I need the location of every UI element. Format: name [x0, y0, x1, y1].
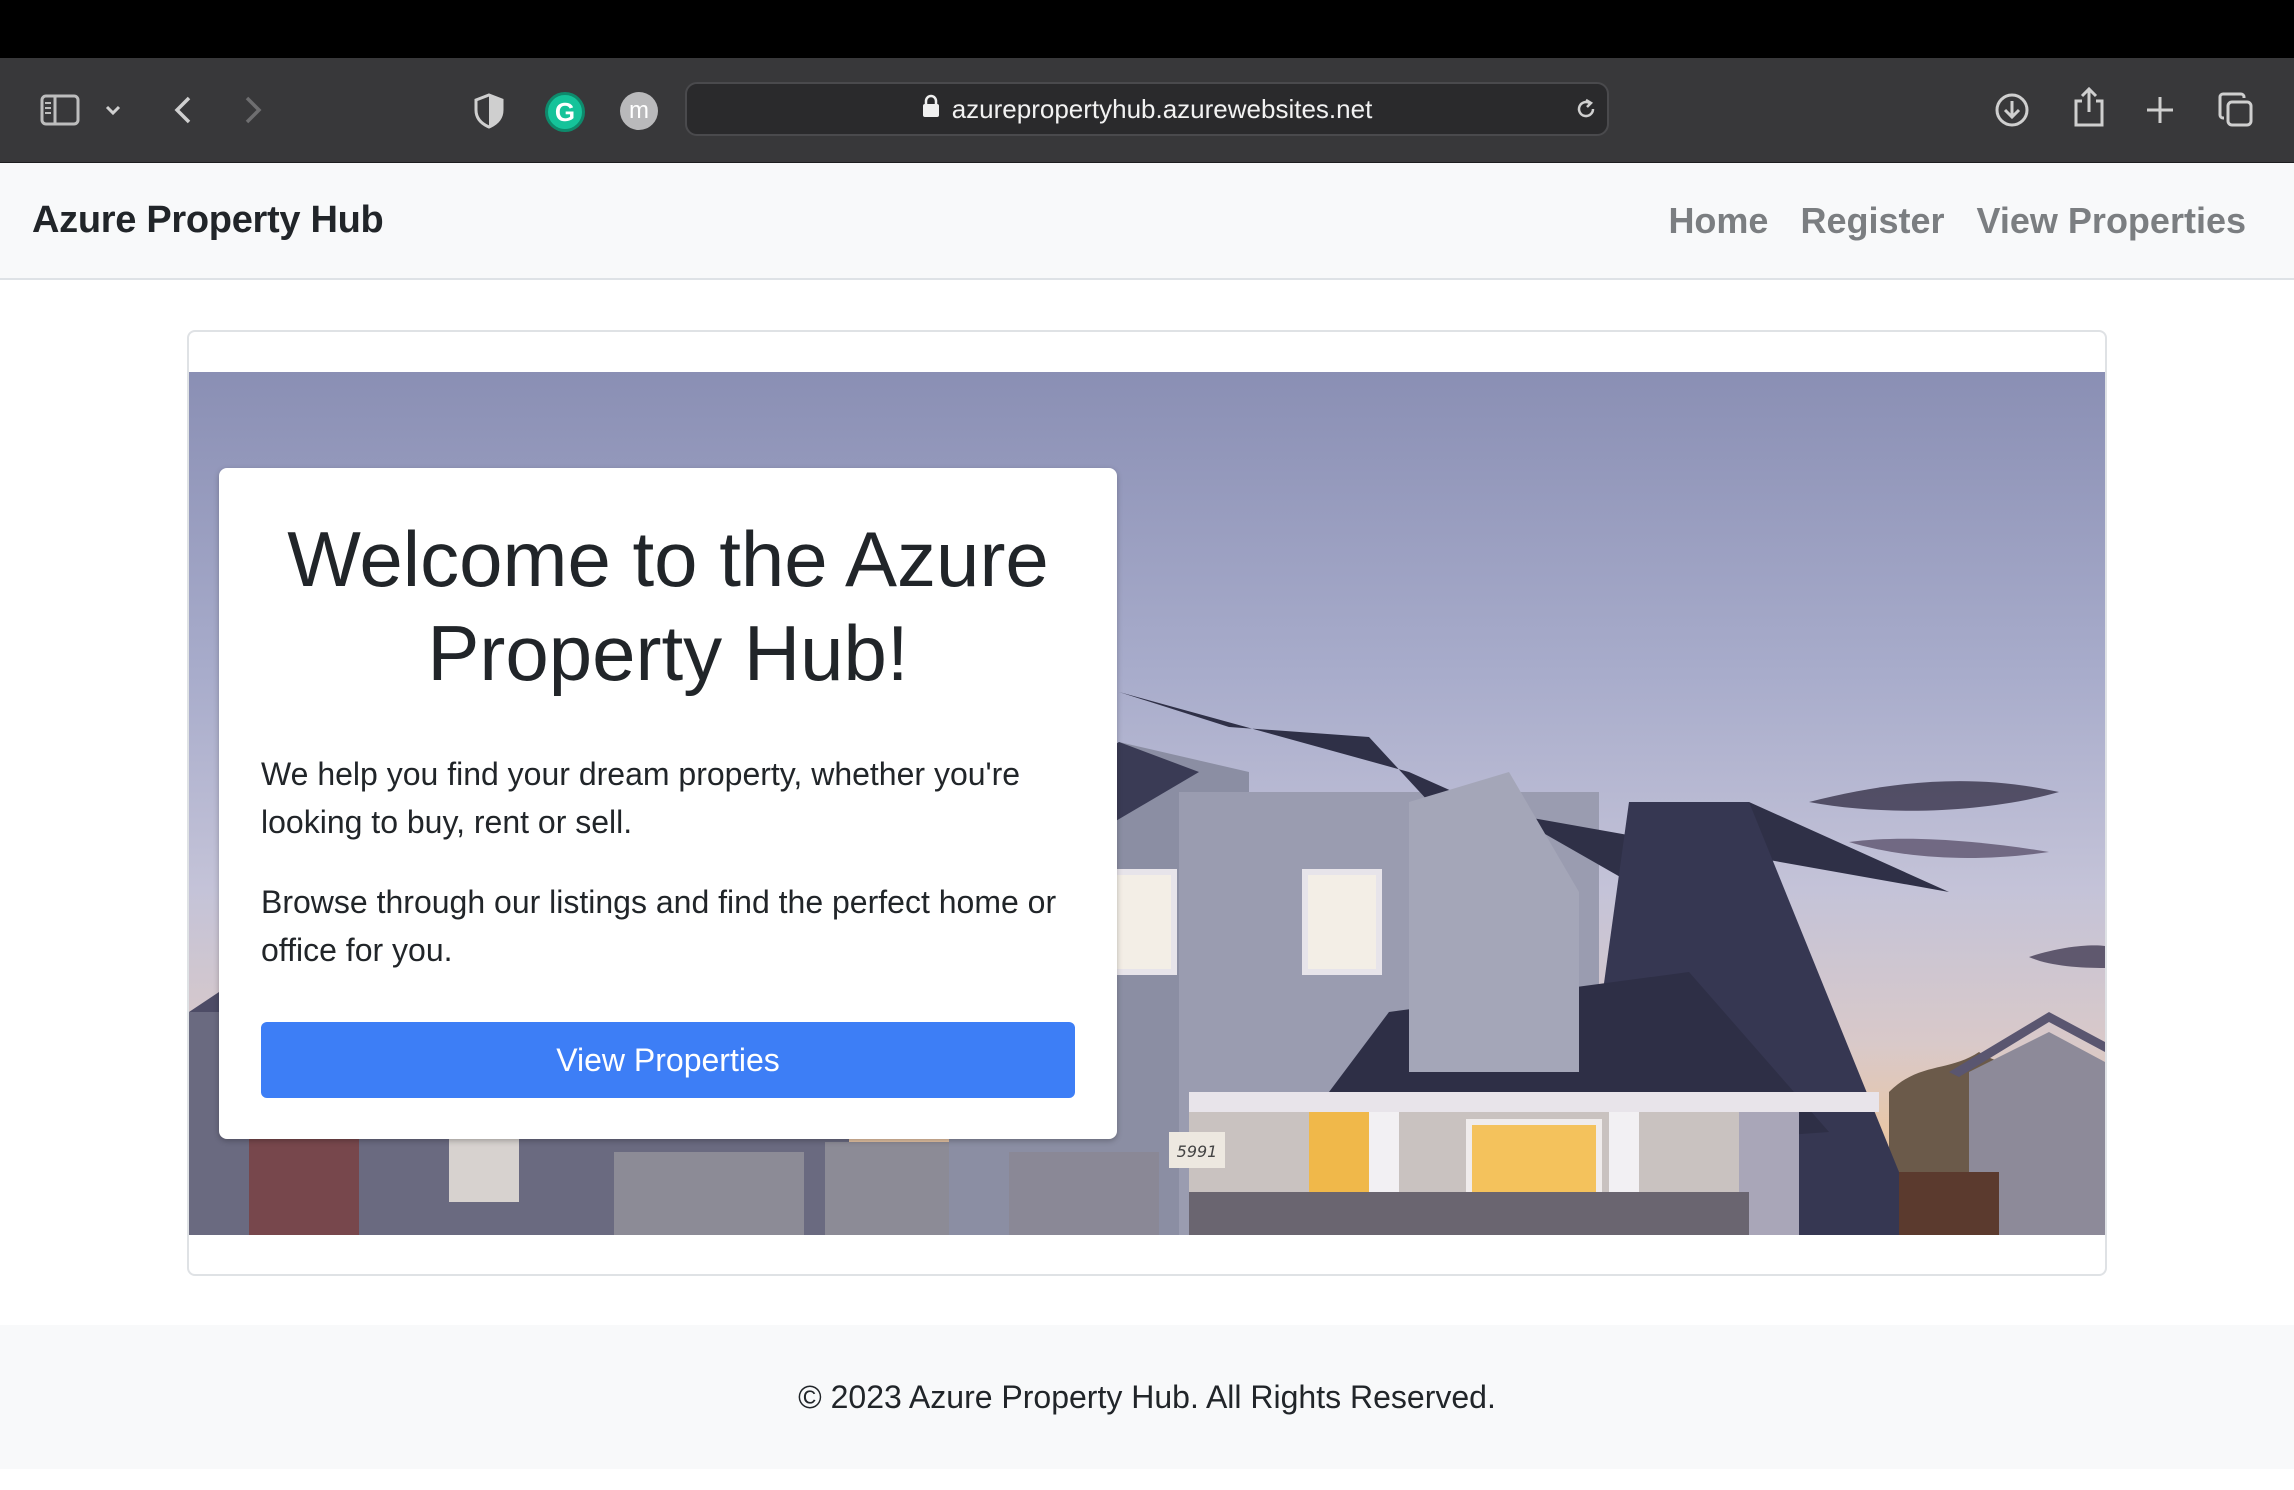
nav-register[interactable]: Register	[1800, 200, 1944, 242]
site-footer: © 2023 Azure Property Hub. All Rights Re…	[0, 1325, 2294, 1469]
welcome-heading: Welcome to the Azure Property Hub!	[287, 515, 1049, 697]
reload-icon[interactable]	[1573, 96, 1599, 122]
back-icon[interactable]	[168, 90, 198, 130]
shield-icon[interactable]	[472, 92, 506, 130]
welcome-panel: Welcome to the Azure Property Hub! We he…	[219, 468, 1117, 1139]
forward-icon[interactable]	[238, 90, 268, 130]
profile-extension-icon[interactable]: m	[620, 92, 658, 130]
lock-icon	[922, 94, 940, 125]
share-icon[interactable]	[2070, 84, 2108, 130]
nav-view-properties[interactable]: View Properties	[1977, 200, 2246, 242]
download-icon[interactable]	[1992, 90, 2032, 130]
browser-toolbar: azurepropertyhub.azurewebsites.net	[0, 58, 2294, 163]
footer-copyright: © 2023 Azure Property Hub. All Rights Re…	[798, 1378, 1496, 1415]
site-navbar: Azure Property Hub Home Register View Pr…	[0, 163, 2294, 280]
brand-link[interactable]: Azure Property Hub	[32, 163, 384, 278]
new-tab-icon[interactable]	[2142, 92, 2178, 128]
view-properties-button[interactable]: View Properties	[261, 1022, 1075, 1098]
intro-paragraph: We help you find your dream property, wh…	[261, 756, 1021, 840]
os-top-strip	[0, 0, 2294, 58]
tab-overview-icon[interactable]	[2216, 90, 2256, 130]
house-number: 5991	[1177, 1142, 1218, 1161]
browse-paragraph: Browse through our listings and find the…	[261, 884, 1057, 968]
grammarly-extension-icon[interactable]: G	[545, 92, 585, 132]
nav-links: Home Register View Properties	[1668, 163, 2246, 278]
chevron-down-icon[interactable]	[100, 100, 126, 120]
nav-home[interactable]: Home	[1668, 200, 1768, 242]
sidebar-icon[interactable]	[38, 92, 82, 128]
url-text: azurepropertyhub.azurewebsites.net	[951, 93, 1373, 124]
address-bar[interactable]: azurepropertyhub.azurewebsites.net	[685, 82, 1609, 136]
